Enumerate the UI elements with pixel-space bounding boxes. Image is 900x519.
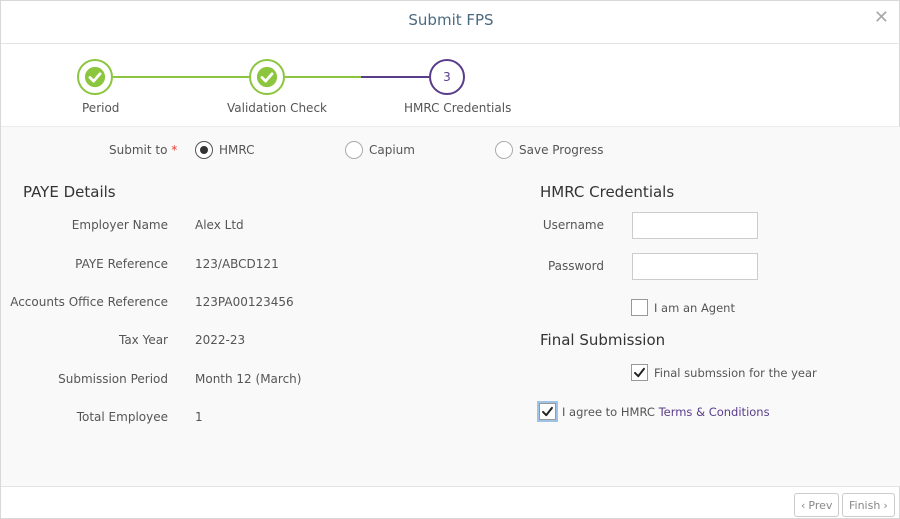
final-submission-title: Final Submission <box>540 331 666 349</box>
chevron-right-icon: › <box>883 498 888 512</box>
prev-button-label: Prev <box>808 498 833 512</box>
password-label: Password <box>547 259 604 273</box>
dialog-header: Submit FPS ✕ <box>1 1 900 44</box>
agent-checkbox[interactable]: I am an Agent <box>631 299 735 316</box>
radio-capium-label: Capium <box>369 143 415 157</box>
radio-capium[interactable]: Capium <box>345 141 415 159</box>
submission-period-value: Month 12 (March) <box>195 372 302 386</box>
employer-name-label: Employer Name <box>71 218 168 232</box>
radio-hmrc-selected-icon[interactable] <box>195 141 213 159</box>
step-connector <box>113 76 249 78</box>
paye-reference-label: PAYE Reference <box>75 257 168 271</box>
radio-save-progress-icon[interactable] <box>495 141 513 159</box>
radio-hmrc-label: HMRC <box>219 143 255 157</box>
tax-year-value: 2022-23 <box>195 333 246 347</box>
total-employee-label: Total Employee <box>76 410 168 424</box>
radio-save-progress-label: Save Progress <box>519 143 604 157</box>
submission-period-label: Submission Period <box>58 372 168 386</box>
paye-reference-value: 123/ABCD121 <box>195 257 279 271</box>
agent-checkbox-label: I am an Agent <box>654 300 735 315</box>
radio-save-progress[interactable]: Save Progress <box>495 141 603 159</box>
dialog-title: Submit FPS <box>408 11 494 29</box>
step-connector <box>285 76 361 78</box>
employer-name-value: Alex Ltd <box>195 218 244 232</box>
step-connector <box>361 76 429 78</box>
final-submission-checkbox[interactable]: Final submssion for the year <box>631 364 817 381</box>
username-label: Username <box>542 218 604 232</box>
stepper: 3 Period Validation Check HMRC Credentia… <box>1 45 900 125</box>
paye-details-title: PAYE Details <box>23 183 116 201</box>
prev-button[interactable]: ‹ Prev <box>794 493 840 517</box>
finish-button[interactable]: Finish › <box>842 493 895 517</box>
submit-to-label: Submit to * <box>109 143 178 157</box>
step-hmrc-credentials-number: 3 <box>429 59 465 95</box>
radio-hmrc[interactable]: HMRC <box>195 141 255 159</box>
form-body: Submit to * HMRC Capium Save Progress PA… <box>1 126 900 486</box>
submit-fps-dialog: Submit FPS ✕ 3 Period Validation Check H… <box>0 0 900 519</box>
submit-to-row: Submit to * HMRC Capium Save Progress <box>1 141 900 163</box>
step-period-check-icon <box>77 59 113 95</box>
password-input[interactable] <box>632 253 758 280</box>
username-input[interactable] <box>632 212 758 239</box>
terms-conditions-link[interactable]: Terms & Conditions <box>659 405 770 419</box>
chevron-left-icon: ‹ <box>801 498 806 512</box>
dialog-footer: ‹ Prev Finish › <box>1 486 900 519</box>
accounts-office-reference-value: 123PA00123456 <box>195 295 294 309</box>
close-icon[interactable]: ✕ <box>874 7 889 28</box>
radio-capium-icon[interactable] <box>345 141 363 159</box>
step-validation-check-icon <box>249 59 285 95</box>
final-submission-check-icon[interactable] <box>631 364 648 381</box>
agree-terms-checkbox[interactable]: I agree to HMRC Terms & Conditions <box>539 403 770 420</box>
final-submission-label: Final submssion for the year <box>654 365 817 380</box>
hmrc-credentials-title: HMRC Credentials <box>540 183 675 201</box>
finish-button-label: Finish <box>849 498 881 512</box>
step-label-validation-check: Validation Check <box>227 101 327 115</box>
agent-checkbox-box[interactable] <box>631 299 648 316</box>
accounts-office-reference-label: Accounts Office Reference <box>10 295 168 309</box>
step-label-period: Period <box>82 101 120 115</box>
agree-terms-check-icon[interactable] <box>539 403 556 420</box>
required-mark: * <box>171 143 178 157</box>
agree-terms-label: I agree to HMRC Terms & Conditions <box>562 404 770 419</box>
step-label-hmrc-credentials: HMRC Credentials <box>404 101 512 115</box>
tax-year-label: Tax Year <box>118 333 168 347</box>
total-employee-value: 1 <box>195 410 203 424</box>
